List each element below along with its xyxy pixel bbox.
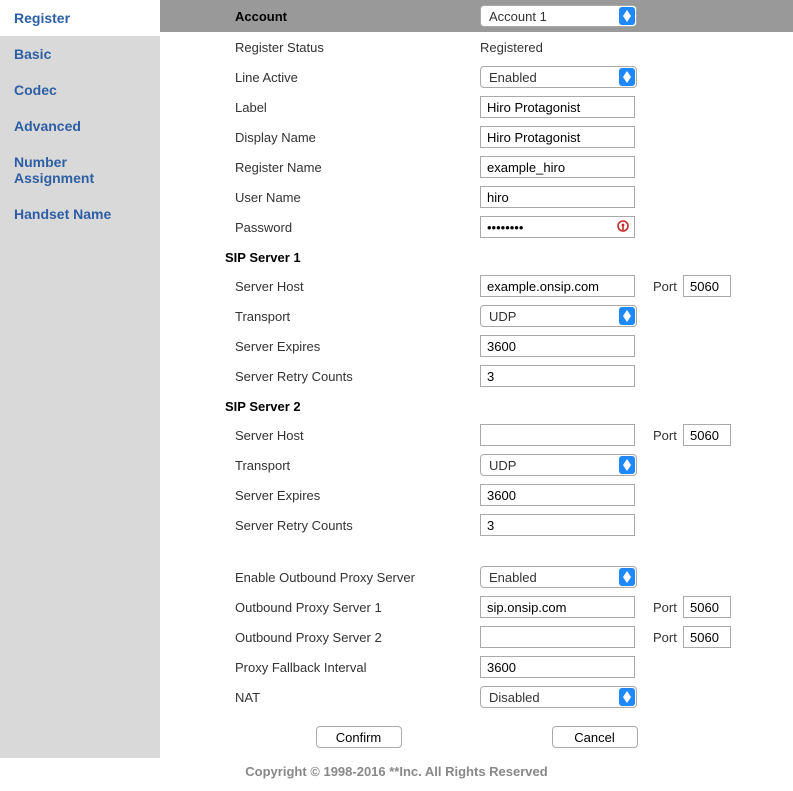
updown-icon: [619, 307, 635, 325]
account-header-row: Account Account 1: [160, 0, 793, 32]
sip2-transport-value: UDP: [489, 458, 516, 473]
sip2-host-input[interactable]: [480, 424, 635, 446]
sip1-port-label: Port: [643, 279, 675, 294]
sidebar-item-basic[interactable]: Basic: [0, 36, 160, 72]
line-active-label: Line Active: [235, 70, 480, 85]
sip2-transport-select[interactable]: UDP: [480, 454, 637, 476]
proxy-fallback-label: Proxy Fallback Interval: [235, 660, 480, 675]
sip1-expires-label: Server Expires: [235, 339, 480, 354]
proxy-enable-value: Enabled: [489, 570, 537, 585]
sip1-expires-input[interactable]: [480, 335, 635, 357]
user-name-input[interactable]: [480, 186, 635, 208]
sip2-host-label: Server Host: [235, 428, 480, 443]
sip2-expires-input[interactable]: [480, 484, 635, 506]
updown-icon: [619, 68, 635, 86]
proxy-enable-select[interactable]: Enabled: [480, 566, 637, 588]
display-name-label: Display Name: [235, 130, 480, 145]
sidebar-item-register[interactable]: Register: [0, 0, 160, 36]
sip1-title: SIP Server 1: [160, 242, 793, 271]
proxy-fallback-input[interactable]: [480, 656, 635, 678]
line-active-value: Enabled: [489, 70, 537, 85]
line-active-select[interactable]: Enabled: [480, 66, 637, 88]
nat-value: Disabled: [489, 690, 540, 705]
sip1-host-input[interactable]: [480, 275, 635, 297]
nat-label: NAT: [235, 690, 480, 705]
proxy2-label: Outbound Proxy Server 2: [235, 630, 480, 645]
user-name-label: User Name: [235, 190, 480, 205]
sip1-transport-select[interactable]: UDP: [480, 305, 637, 327]
sip1-port-input[interactable]: [683, 275, 731, 297]
sip1-host-label: Server Host: [235, 279, 480, 294]
proxy1-label: Outbound Proxy Server 1: [235, 600, 480, 615]
proxy1-port-label: Port: [643, 600, 675, 615]
sip2-title: SIP Server 2: [160, 391, 793, 420]
sip1-transport-label: Transport: [235, 309, 480, 324]
password-label: Password: [235, 220, 480, 235]
cancel-button[interactable]: Cancel: [552, 726, 638, 748]
sip2-port-label: Port: [643, 428, 675, 443]
nat-select[interactable]: Disabled: [480, 686, 637, 708]
sidebar-item-handset-name[interactable]: Handset Name: [0, 196, 160, 232]
main-panel: Account Account 1 Register Status Regist…: [160, 0, 793, 758]
sip1-retry-input[interactable]: [480, 365, 635, 387]
sip2-retry-label: Server Retry Counts: [235, 518, 480, 533]
password-input[interactable]: [480, 216, 635, 238]
key-icon: [615, 219, 631, 235]
register-status-label: Register Status: [235, 40, 480, 55]
sidebar-item-number-assignment[interactable]: Number Assignment: [0, 144, 160, 196]
display-name-input[interactable]: [480, 126, 635, 148]
sip2-port-input[interactable]: [683, 424, 731, 446]
account-select-value: Account 1: [489, 9, 547, 24]
sip1-transport-value: UDP: [489, 309, 516, 324]
proxy1-input[interactable]: [480, 596, 635, 618]
updown-icon: [619, 688, 635, 706]
sidebar: Register Basic Codec Advanced Number Ass…: [0, 0, 160, 758]
account-label: Account: [235, 9, 480, 24]
register-name-input[interactable]: [480, 156, 635, 178]
confirm-button[interactable]: Confirm: [316, 726, 402, 748]
updown-icon: [619, 7, 635, 25]
register-name-label: Register Name: [235, 160, 480, 175]
sidebar-item-codec[interactable]: Codec: [0, 72, 160, 108]
sip1-retry-label: Server Retry Counts: [235, 369, 480, 384]
account-select[interactable]: Account 1: [480, 5, 637, 27]
sidebar-item-advanced[interactable]: Advanced: [0, 108, 160, 144]
proxy2-port-input[interactable]: [683, 626, 731, 648]
footer-copyright: Copyright © 1998-2016 **Inc. All Rights …: [0, 758, 793, 791]
sip2-transport-label: Transport: [235, 458, 480, 473]
updown-icon: [619, 456, 635, 474]
proxy2-input[interactable]: [480, 626, 635, 648]
proxy2-port-label: Port: [643, 630, 675, 645]
sip2-retry-input[interactable]: [480, 514, 635, 536]
proxy1-port-input[interactable]: [683, 596, 731, 618]
label-input[interactable]: [480, 96, 635, 118]
proxy-enable-label: Enable Outbound Proxy Server: [235, 570, 480, 585]
register-status-value: Registered: [480, 40, 543, 55]
label-label: Label: [235, 100, 480, 115]
sip2-expires-label: Server Expires: [235, 488, 480, 503]
updown-icon: [619, 568, 635, 586]
